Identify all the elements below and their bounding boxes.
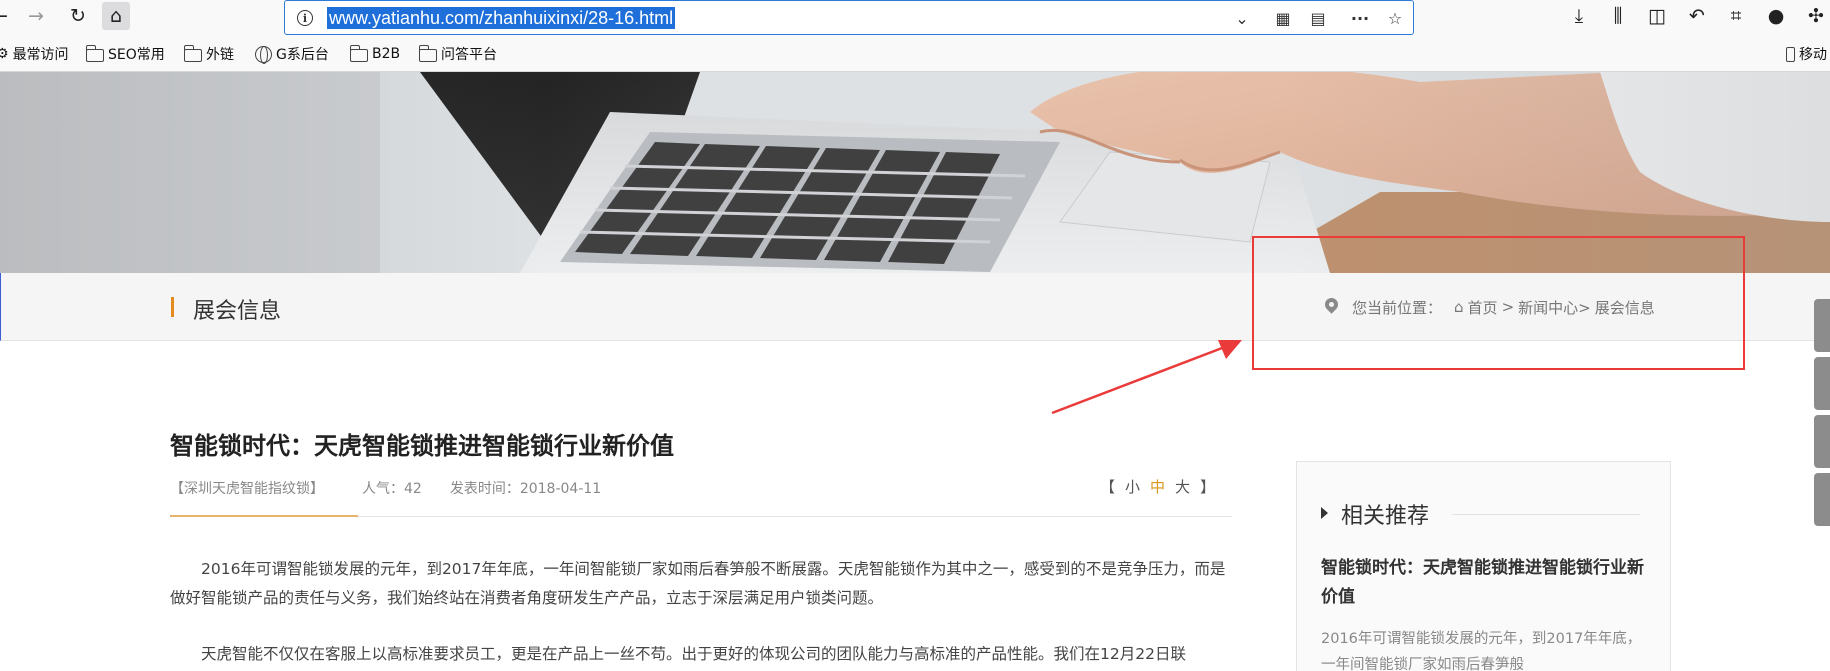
related-article-link[interactable]: 智能锁时代：天虎智能锁推进智能锁行业新价值 — [1321, 554, 1651, 612]
article-date: 发表时间：2018-04-11 — [449, 481, 602, 497]
more-icon[interactable]: ··· — [1348, 6, 1372, 30]
folder-icon — [349, 44, 368, 62]
phone-icon — [1786, 46, 1795, 62]
bookmark-star-icon[interactable]: ☆ — [1383, 6, 1407, 30]
chat-icon[interactable]: ● — [1762, 2, 1790, 30]
qr-code-icon[interactable]: ▦ — [1271, 6, 1295, 30]
float-tab-3[interactable] — [1814, 415, 1830, 468]
sidebar-toggle-icon[interactable]: ◫ — [1643, 2, 1671, 30]
article-paragraph: 2016年可谓智能锁发展的元年，到2017年年底，一年间智能锁厂家如雨后春笋般不… — [170, 560, 1226, 607]
bookmarks-bar: ⚙ 最常访问 SEO常用 外链 G系后台 B2B 问答平台 移动 — [0, 36, 1830, 72]
crop-icon[interactable]: ⌗ — [1722, 2, 1750, 30]
bookmark-g-admin[interactable]: G系后台 — [255, 44, 329, 64]
globe-icon — [255, 45, 272, 64]
related-article-summary: 2016年可谓智能锁发展的元年，到2017年年底，一年间智能锁厂家如雨后春笋般 — [1321, 631, 1642, 671]
sidebar-title: 相关推荐 — [1341, 504, 1430, 529]
article-views: 人气：42 — [362, 481, 422, 497]
meta-divider-accent — [170, 515, 358, 517]
browser-toolbar: ← → ↻ ⌂ i www.yatianhu.com/zhanhuixinxi/… — [0, 0, 1830, 36]
home-icon[interactable]: ⌂ — [102, 2, 130, 30]
back-icon[interactable]: ← — [0, 2, 14, 30]
url-bar[interactable]: i www.yatianhu.com/zhanhuixinxi/28-16.ht… — [284, 0, 1414, 35]
folder-icon — [183, 44, 202, 62]
section-title: 展会信息 — [193, 299, 282, 324]
article-title: 智能锁时代：天虎智能锁推进智能锁行业新价值 — [170, 432, 674, 460]
article-meta: 【深圳天虎智能指纹锁】 人气：42 发表时间：2018-04-11 — [170, 477, 601, 499]
float-tab-1[interactable] — [1814, 299, 1830, 352]
extension-icon[interactable]: ✣ — [1802, 2, 1830, 30]
related-sidebar: 相关推荐 智能锁时代：天虎智能锁推进智能锁行业新价值 2016年可谓智能锁发展的… — [1296, 461, 1671, 671]
bookmark-most-visited[interactable]: ⚙ 最常访问 — [0, 44, 69, 64]
font-size-large-button[interactable]: 大 — [1175, 476, 1190, 498]
section-accent-mark — [171, 297, 174, 317]
article-source: 【深圳天虎智能指纹锁】 — [170, 481, 324, 497]
bookmark-mobile[interactable]: 移动 — [1786, 44, 1827, 64]
bookmark-links[interactable]: 外链 — [183, 44, 234, 64]
article-paragraph: 天虎智能不仅仅在客服上以高标准要求员工，更是在产品上一丝不苟。出于更好的体现公司… — [201, 645, 1186, 663]
reader-view-icon[interactable]: ▤ — [1306, 6, 1330, 30]
url-text[interactable]: www.yatianhu.com/zhanhuixinxi/28-16.html — [327, 7, 676, 29]
font-size-medium-button[interactable]: 中 — [1150, 476, 1165, 498]
library-icon[interactable]: ⫼ — [1604, 2, 1632, 30]
font-size-small-button[interactable]: 小 — [1125, 476, 1140, 498]
undo-icon[interactable]: ↶ — [1683, 2, 1711, 30]
float-tab-2[interactable] — [1814, 357, 1830, 410]
font-size-switcher: 【 小 中 大 】 — [1100, 476, 1215, 498]
folder-icon — [418, 44, 437, 62]
font-size-close-bracket: 】 — [1200, 478, 1216, 496]
bookmark-b2b[interactable]: B2B — [349, 44, 400, 64]
chevron-down-icon[interactable]: ⌄ — [1230, 6, 1254, 30]
font-size-open-bracket: 【 — [1100, 478, 1116, 496]
bookmark-seo[interactable]: SEO常用 — [85, 44, 165, 64]
float-tab-4[interactable] — [1814, 473, 1830, 526]
annotation-arrow-icon — [1051, 340, 1242, 415]
reload-icon[interactable]: ↻ — [64, 2, 92, 30]
download-icon[interactable]: ⤓ — [1565, 2, 1593, 30]
gear-icon: ⚙ — [0, 46, 9, 62]
sidebar-title-line — [1452, 514, 1640, 515]
forward-icon[interactable]: → — [22, 2, 50, 30]
triangle-right-icon — [1321, 507, 1328, 519]
bookmark-qa[interactable]: 问答平台 — [418, 44, 497, 64]
folder-icon — [85, 44, 104, 62]
info-icon[interactable]: i — [293, 6, 317, 30]
annotation-box — [1252, 236, 1745, 370]
